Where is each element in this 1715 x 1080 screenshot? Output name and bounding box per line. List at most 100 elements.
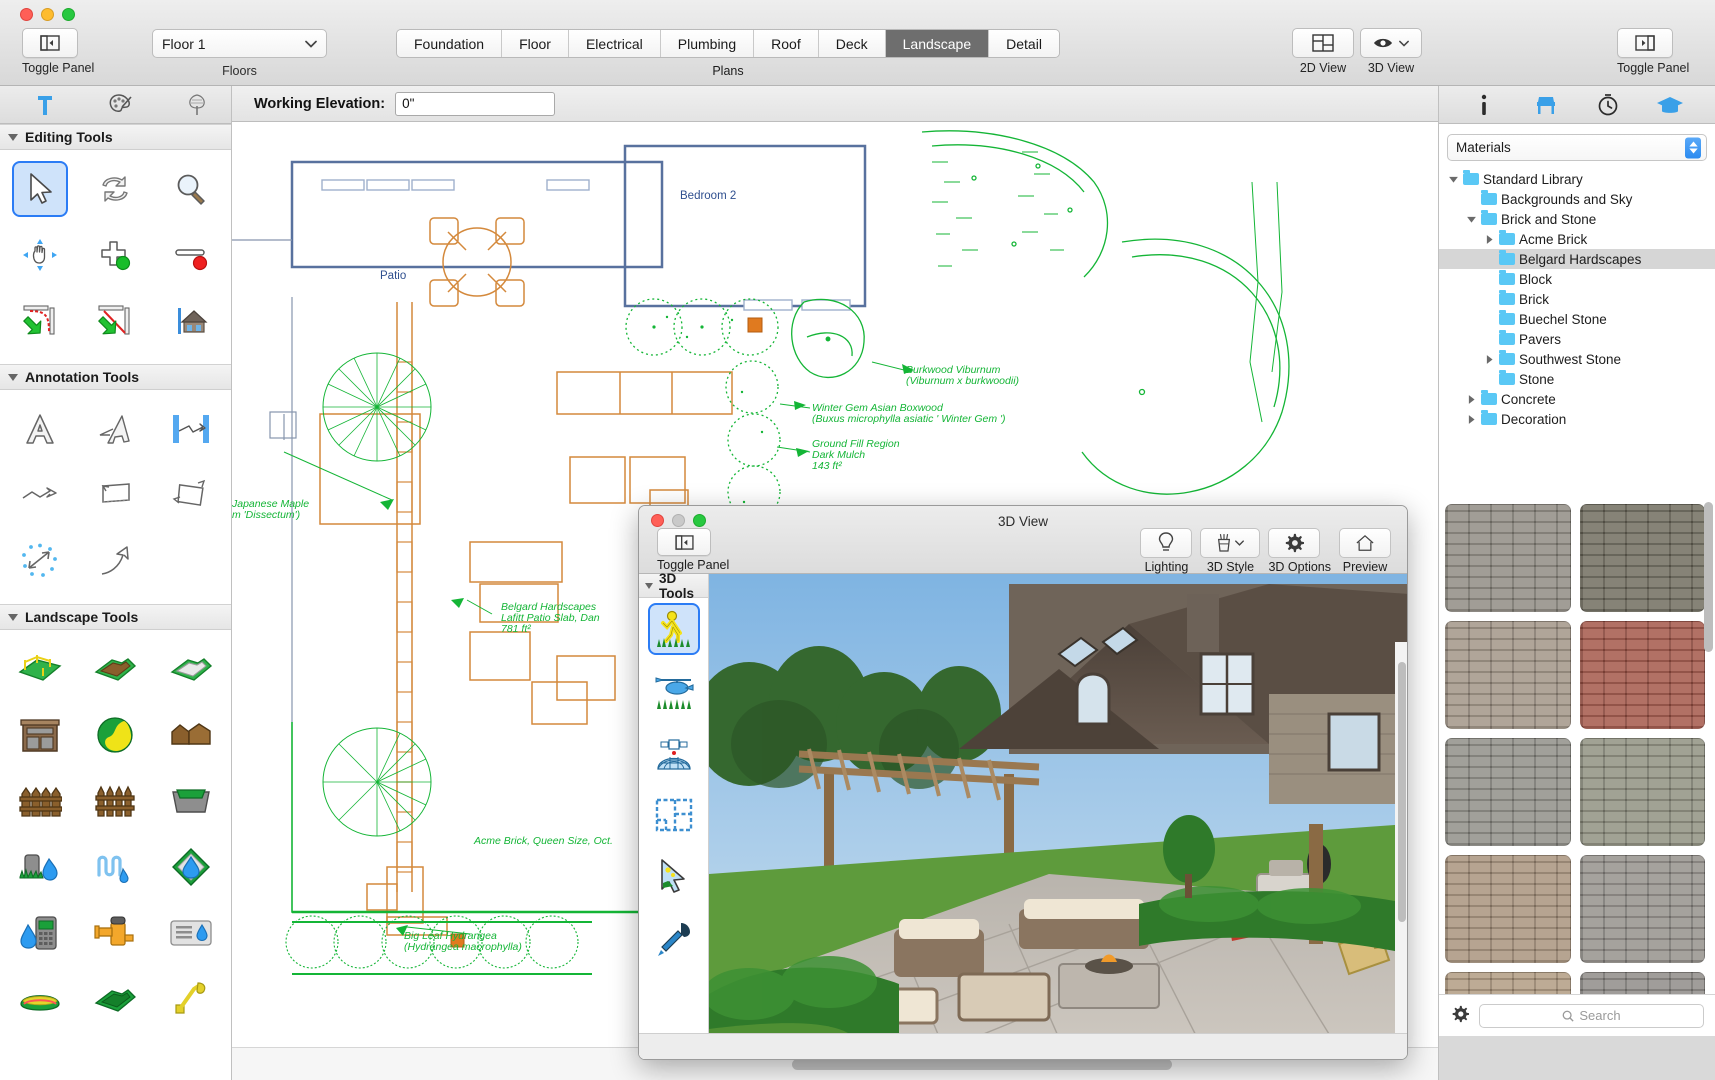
scrollbar-thumb[interactable] <box>792 1059 1172 1070</box>
material-swatch[interactable] <box>1580 621 1706 729</box>
tool-hose-bib[interactable] <box>78 900 154 966</box>
tool-roads[interactable] <box>2 966 78 1032</box>
window-traffic-lights[interactable] <box>20 8 75 21</box>
graduation-cap-icon[interactable] <box>1655 91 1685 119</box>
section-header-3d-tools[interactable]: 3D Tools <box>639 574 708 598</box>
tree-item[interactable]: Southwest Stone <box>1439 349 1715 369</box>
palette-icon[interactable] <box>106 91 136 119</box>
material-swatch[interactable] <box>1445 621 1571 729</box>
3d-style-button[interactable] <box>1200 528 1260 558</box>
plan-tab-plumbing[interactable]: Plumbing <box>661 30 754 57</box>
tool-elevation[interactable] <box>153 288 229 354</box>
gear-icon[interactable] <box>1451 1005 1469 1026</box>
3d-options-button[interactable] <box>1268 528 1320 558</box>
tool-dimension[interactable] <box>153 396 229 462</box>
tool-picket-fence[interactable] <box>78 768 154 834</box>
close-button[interactable] <box>20 8 33 21</box>
plan-tab-foundation[interactable]: Foundation <box>397 30 502 57</box>
tool-chamfer-corner[interactable] <box>78 288 154 354</box>
tree-item[interactable]: Concrete <box>1439 389 1715 409</box>
library-category-select[interactable]: Materials <box>1447 134 1707 161</box>
tool-select[interactable] <box>2 156 78 222</box>
tool-terrain-hole[interactable] <box>153 636 229 702</box>
tool-excavation[interactable] <box>153 966 229 1032</box>
tool-arrow[interactable] <box>78 528 154 594</box>
tool-full-camera[interactable] <box>639 598 708 660</box>
tool-irrigation-controller[interactable] <box>2 900 78 966</box>
tool-fence[interactable] <box>2 768 78 834</box>
tree-icon[interactable] <box>182 91 212 119</box>
tool-leader-text[interactable] <box>78 396 154 462</box>
plans-tab-bar[interactable]: FoundationFloorElectricalPlumbingRoofDec… <box>396 29 1060 58</box>
disclosure-open-icon[interactable] <box>1447 176 1459 183</box>
plan-tab-deck[interactable]: Deck <box>819 30 886 57</box>
tool-text[interactable] <box>2 396 78 462</box>
tool-sprinkler-line[interactable] <box>78 834 154 900</box>
tool-interior-dimension[interactable] <box>2 462 78 528</box>
material-swatch[interactable] <box>1580 738 1706 846</box>
tool-delete-edge[interactable] <box>153 222 229 288</box>
disclosure-closed-icon[interactable] <box>1465 415 1477 424</box>
lighting-button[interactable] <box>1140 528 1192 558</box>
material-swatch[interactable] <box>1445 738 1571 846</box>
scrollbar-thumb[interactable] <box>1398 662 1406 922</box>
info-icon[interactable] <box>1469 91 1499 119</box>
material-swatch[interactable] <box>1445 504 1571 612</box>
library-search-input[interactable]: Search <box>1479 1004 1704 1028</box>
tool-terrain-region[interactable] <box>78 636 154 702</box>
tool-exterior-dimension[interactable] <box>78 462 154 528</box>
material-swatch[interactable] <box>1580 504 1706 612</box>
history-icon[interactable] <box>1593 91 1623 119</box>
furniture-icon[interactable] <box>1531 91 1561 119</box>
disclosure-closed-icon[interactable] <box>1483 355 1495 364</box>
tool-rotate[interactable] <box>78 156 154 222</box>
tool-eyedropper[interactable] <box>639 908 708 970</box>
tree-item[interactable]: Decoration <box>1439 409 1715 429</box>
toggle-panel-left-button[interactable] <box>22 28 78 58</box>
material-swatch[interactable] <box>1580 855 1706 963</box>
tool-overview-camera[interactable] <box>639 722 708 784</box>
3d-vertical-scrollbar[interactable] <box>1395 642 1408 1060</box>
floor-select[interactable]: Floor 1 <box>152 29 327 58</box>
disclosure-open-icon[interactable] <box>1465 216 1477 223</box>
minimize-button[interactable] <box>41 8 54 21</box>
tool-doll-house-camera[interactable] <box>639 660 708 722</box>
tree-item[interactable]: Stone <box>1439 369 1715 389</box>
plan-tab-electrical[interactable]: Electrical <box>569 30 661 57</box>
section-header-landscape-tools[interactable]: Landscape Tools <box>0 604 231 630</box>
scrollbar-thumb[interactable] <box>1704 502 1713 652</box>
plan-tab-detail[interactable]: Detail <box>989 30 1059 57</box>
stepper-icon[interactable] <box>1685 137 1701 158</box>
plan-tab-roof[interactable]: Roof <box>754 30 819 57</box>
tool-add-point[interactable] <box>78 222 154 288</box>
disclosure-closed-icon[interactable] <box>1483 235 1495 244</box>
tree-item[interactable]: Backgrounds and Sky <box>1439 189 1715 209</box>
view-2d-button[interactable] <box>1292 28 1354 58</box>
tree-item[interactable]: Brick <box>1439 289 1715 309</box>
tool-sprinkler-head[interactable] <box>2 834 78 900</box>
tool-floor-overview[interactable] <box>639 784 708 846</box>
working-elevation-input[interactable] <box>395 92 555 116</box>
plan-tab-floor[interactable]: Floor <box>502 30 569 57</box>
section-header-editing-tools[interactable]: Editing Tools <box>0 124 231 150</box>
toggle-panel-right-button[interactable] <box>1617 28 1673 58</box>
tool-fillet-corner[interactable] <box>2 288 78 354</box>
tree-item[interactable]: Acme Brick <box>1439 229 1715 249</box>
disclosure-closed-icon[interactable] <box>1465 395 1477 404</box>
tool-retaining-wall[interactable] <box>153 768 229 834</box>
tool-mulch[interactable] <box>153 702 229 768</box>
plan-tab-landscape[interactable]: Landscape <box>886 30 990 57</box>
hammer-icon[interactable] <box>30 91 60 119</box>
tool-terrain-perimeter[interactable] <box>2 636 78 702</box>
tree-item[interactable]: Pavers <box>1439 329 1715 349</box>
tree-item[interactable]: Brick and Stone <box>1439 209 1715 229</box>
tool-plant[interactable] <box>78 702 154 768</box>
view-3d-button[interactable] <box>1360 28 1422 58</box>
material-swatch[interactable] <box>1445 855 1571 963</box>
tool-cross-section-slider[interactable] <box>639 846 708 908</box>
maximize-button[interactable] <box>62 8 75 21</box>
tool-radial-dimension[interactable] <box>2 528 78 594</box>
3d-view-window[interactable]: 3D View Toggle Panel <box>638 505 1408 1060</box>
preview-button[interactable] <box>1339 528 1391 558</box>
tool-zoom[interactable] <box>153 156 229 222</box>
